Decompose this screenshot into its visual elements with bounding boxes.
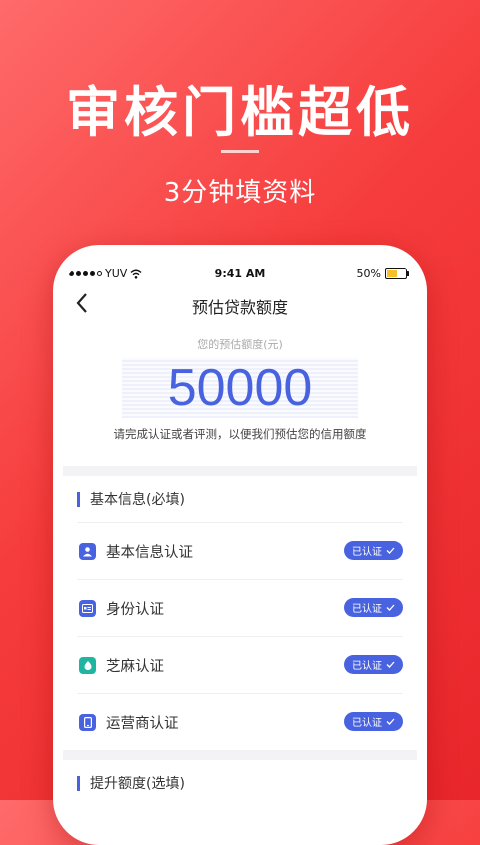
id-card-icon <box>79 599 96 617</box>
verified-badge[interactable]: 已认证 <box>344 712 403 731</box>
badge-label: 已认证 <box>352 661 382 672</box>
section-header-upgrade: 提升额度(选填) <box>63 760 417 800</box>
list-item-carrier[interactable]: 运营商认证 已认证 <box>77 693 403 750</box>
verified-badge[interactable]: 已认证 <box>344 655 403 674</box>
promo-subtitle: 3分钟填资料 <box>163 178 317 208</box>
list-item-label: 基本信息认证 <box>106 544 193 561</box>
section-accent <box>77 491 80 507</box>
amount-box: 50000 <box>122 358 358 418</box>
badge-label: 已认证 <box>352 718 382 729</box>
battery-percent: 50% <box>356 267 381 280</box>
list-item-label: 运营商认证 <box>106 715 179 732</box>
status-bar: YUV 9:41 AM 50% <box>63 262 417 286</box>
check-icon <box>386 547 395 554</box>
estimate-panel: 您的预估额度(元) 50000 请完成认证或者评测，以便我们预估您的信用额度 <box>63 324 417 442</box>
sesame-icon <box>79 656 96 674</box>
section-title-upgrade: 提升额度(选填) <box>90 776 185 792</box>
phone-screen: YUV 9:41 AM 50% 预估贷款额度 您的预估额度(元) 50000 请… <box>63 262 417 800</box>
estimate-label: 您的预估额度(元) <box>197 338 283 351</box>
list-item-sesame[interactable]: 芝麻认证 已认证 <box>77 636 403 693</box>
section-accent <box>77 775 80 791</box>
nav-bar: 预估贷款额度 <box>63 286 417 324</box>
badge-label: 已认证 <box>352 547 382 558</box>
section-header-basic: 基本信息(必填) <box>63 476 417 522</box>
estimate-note: 请完成认证或者评测，以便我们预估您的信用额度 <box>113 427 367 441</box>
page-title: 预估贷款额度 <box>191 298 288 317</box>
list-item-basic-info[interactable]: 基本信息认证 已认证 <box>77 522 403 579</box>
battery-icon <box>385 268 409 279</box>
section-divider <box>63 750 417 760</box>
badge-label: 已认证 <box>352 604 382 615</box>
check-icon <box>386 718 395 725</box>
check-icon <box>386 604 395 611</box>
estimate-amount: 50000 <box>167 359 313 417</box>
list-item-label: 芝麻认证 <box>106 658 164 675</box>
promo-title: 审核门槛超低 <box>66 81 414 144</box>
status-right: 50% <box>356 267 409 280</box>
person-icon <box>79 542 96 560</box>
verified-badge[interactable]: 已认证 <box>344 541 403 560</box>
phone-icon <box>79 713 96 731</box>
section-title-basic: 基本信息(必填) <box>90 492 185 508</box>
promo-divider <box>221 150 259 153</box>
list-item-identity[interactable]: 身份认证 已认证 <box>77 579 403 636</box>
section-divider <box>63 466 417 476</box>
verified-badge[interactable]: 已认证 <box>344 598 403 617</box>
list-item-label: 身份认证 <box>106 601 164 618</box>
check-icon <box>386 661 395 668</box>
